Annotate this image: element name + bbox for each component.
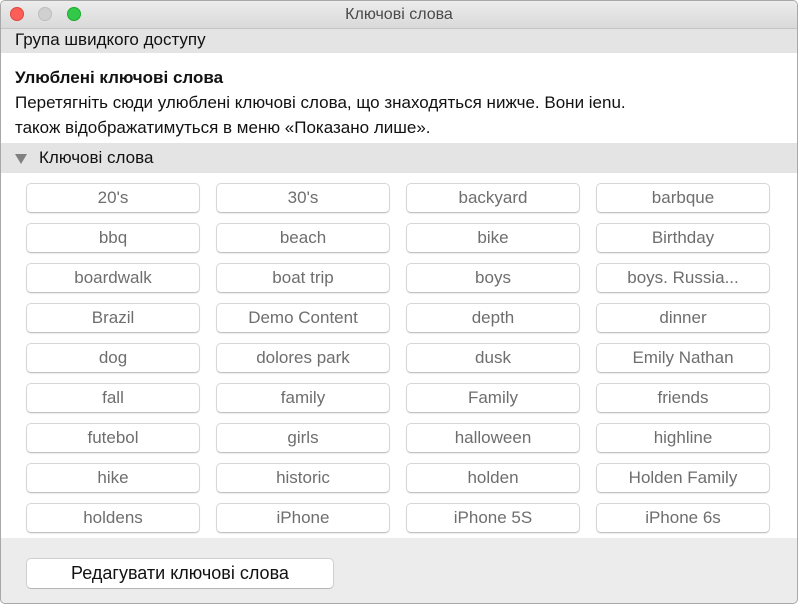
title-bar[interactable]: Ключові слова [1, 1, 797, 29]
keyword-button[interactable]: hike [26, 463, 200, 493]
keyword-button[interactable]: fall [26, 383, 200, 413]
keyword-button[interactable]: boardwalk [26, 263, 200, 293]
keywords-section-label: Ключові слова [39, 148, 154, 167]
favorites-heading: Улюблені ключові слова [15, 68, 224, 87]
keyword-button[interactable]: Brazil [26, 303, 200, 333]
keyword-button[interactable]: backyard [406, 183, 580, 213]
keyword-button[interactable]: iPhone 5S [406, 503, 580, 533]
keyword-button[interactable]: beach [216, 223, 390, 253]
keyword-button[interactable]: iPhone 6s [596, 503, 770, 533]
keyword-button[interactable]: bbq [26, 223, 200, 253]
quick-group-header: Група швидкого доступу [1, 29, 797, 53]
disclosure-triangle-icon[interactable] [15, 154, 27, 164]
keyword-button[interactable]: Birthday [596, 223, 770, 253]
keyword-button[interactable]: holden [406, 463, 580, 493]
keyword-button[interactable]: 20's [26, 183, 200, 213]
favorites-drop-area[interactable]: Улюблені ключові слова Перетягніть сюди … [1, 53, 797, 143]
keyword-button[interactable]: bike [406, 223, 580, 253]
favorites-description-line1: Перетягніть сюди улюблені ключові слова,… [15, 93, 626, 112]
keyword-button[interactable]: Holden Family [596, 463, 770, 493]
keyword-button[interactable]: girls [216, 423, 390, 453]
keyword-button[interactable]: dinner [596, 303, 770, 333]
keyword-button[interactable]: depth [406, 303, 580, 333]
keyword-button[interactable]: halloween [406, 423, 580, 453]
keywords-grid: 20's 30's backyard barbque bbq beach bike Birth… [1, 173, 797, 538]
window-title: Ключові слова [345, 6, 453, 23]
keyword-button[interactable]: historic [216, 463, 390, 493]
keyword-button[interactable]: friends [596, 383, 770, 413]
keyword-button[interactable]: family [216, 383, 390, 413]
keyword-button[interactable]: Demo Content [216, 303, 390, 333]
keyword-button[interactable]: dusk [406, 343, 580, 373]
keyword-button[interactable]: Emily Nathan [596, 343, 770, 373]
keyword-button[interactable]: 30's [216, 183, 390, 213]
keywords-window: Ключові слова Група швидкого доступу Улю… [0, 0, 798, 604]
keyword-button[interactable]: holdens [26, 503, 200, 533]
keyword-button[interactable]: boys [406, 263, 580, 293]
edit-keywords-button[interactable]: Редагувати ключові слова [26, 558, 334, 589]
keywords-section-header[interactable]: Ключові слова [1, 143, 797, 173]
keyword-button[interactable]: boys. Russia... [596, 263, 770, 293]
keyword-button[interactable]: dolores park [216, 343, 390, 373]
keyword-button[interactable]: dog [26, 343, 200, 373]
keyword-button[interactable]: futebol [26, 423, 200, 453]
keyword-button[interactable]: barbque [596, 183, 770, 213]
keyword-button[interactable]: highline [596, 423, 770, 453]
favorites-description-line2: також відображатимуться в меню «Показано… [15, 118, 431, 137]
keyword-button[interactable]: iPhone [216, 503, 390, 533]
keyword-button[interactable]: Family [406, 383, 580, 413]
keyword-button[interactable]: boat trip [216, 263, 390, 293]
